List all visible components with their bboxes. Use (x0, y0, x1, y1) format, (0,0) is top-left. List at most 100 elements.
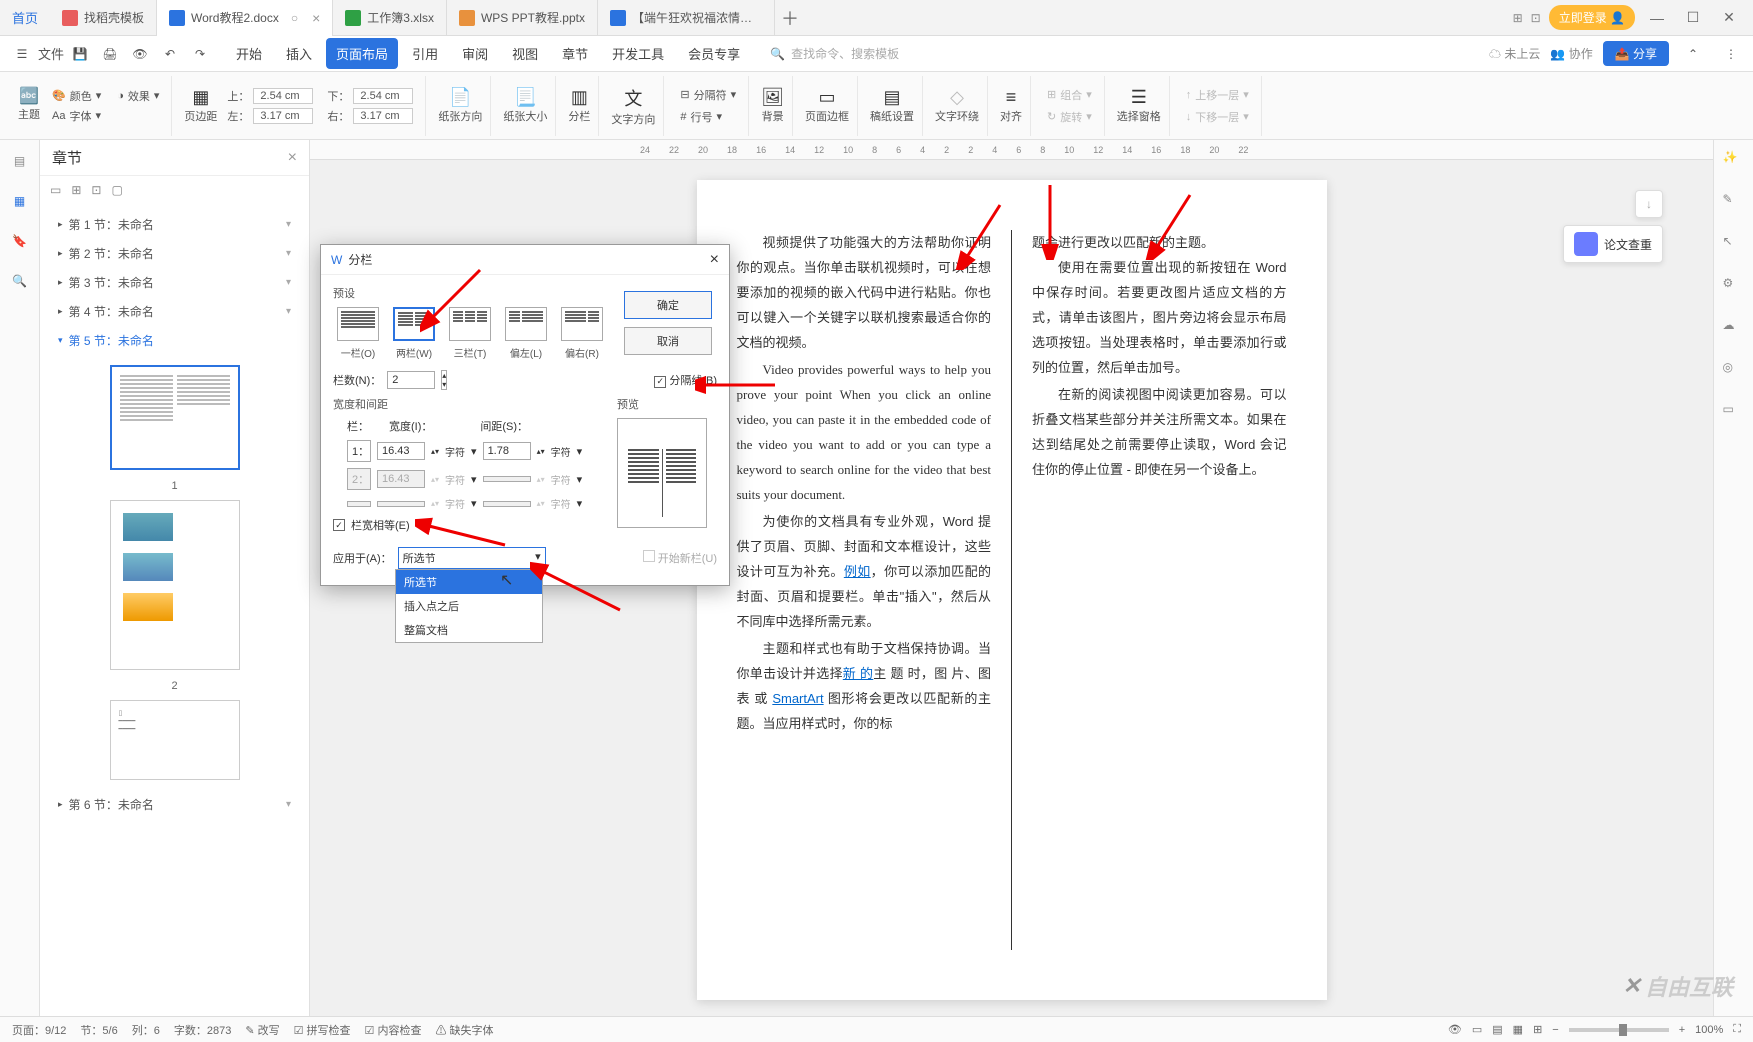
preset-right[interactable]: 偏右(R) (557, 307, 607, 360)
nav-close-icon[interactable]: × (288, 149, 297, 167)
color-button[interactable]: 🎨颜色▾ (48, 86, 105, 106)
undo-icon[interactable]: ↶ (156, 40, 184, 68)
preview-icon[interactable]: 👁 (126, 40, 154, 68)
home-tab[interactable]: 首页 (0, 0, 50, 36)
align-button[interactable]: 对齐 (1000, 108, 1022, 124)
menu-tab-view[interactable]: 视图 (502, 38, 548, 69)
menu-tab-layout[interactable]: 页面布局 (326, 38, 398, 69)
save-icon[interactable]: 💾 (66, 40, 94, 68)
share-button[interactable]: 📤 分享 (1603, 41, 1669, 66)
print-icon[interactable]: 🖨 (96, 40, 124, 68)
collapse-icon[interactable]: ⌃ (1679, 40, 1707, 68)
dialog-close-button[interactable]: × (710, 251, 719, 269)
settings-icon[interactable]: ⚙ (1723, 276, 1745, 298)
cols-input[interactable]: 2 (387, 371, 435, 389)
tab-ppt[interactable]: WPS PPT教程.pptx (447, 0, 598, 36)
status-page[interactable]: 页面：9/12 (12, 1022, 66, 1038)
margin-right-input[interactable]: 3.17 cm (353, 108, 413, 124)
cursor-icon[interactable]: ↖ (1723, 234, 1745, 256)
preset-one[interactable]: 一栏(O) (333, 307, 383, 360)
view-mode-icon[interactable]: ⊞ (1533, 1023, 1542, 1036)
cloud-icon[interactable]: ☁ (1723, 318, 1745, 340)
zoom-out[interactable]: − (1552, 1024, 1558, 1036)
fit-icon[interactable]: ⛶ (1733, 1023, 1741, 1036)
separator-checkbox[interactable]: ✓ (654, 376, 666, 388)
view-mode-icon[interactable]: ▦ (1513, 1023, 1523, 1036)
tab-word-doc[interactable]: Word教程2.docx○× (157, 0, 333, 36)
view-mode-icon[interactable]: ▭ (1472, 1023, 1482, 1036)
status-words[interactable]: 字数：2873 (174, 1022, 231, 1038)
gap-input[interactable]: 1.78 (483, 442, 531, 460)
font-button[interactable]: Aa字体▾ (48, 106, 105, 126)
menu-tab-start[interactable]: 开始 (226, 38, 272, 69)
status-font[interactable]: ⚠ 缺失字体 (435, 1022, 493, 1038)
zoom-value[interactable]: 100% (1695, 1024, 1723, 1036)
page-thumbnail-1[interactable] (110, 365, 240, 470)
columns-button[interactable]: 分栏 (568, 108, 590, 124)
status-section[interactable]: 节：5/6 (80, 1022, 117, 1038)
nav-tool-icon[interactable]: ▭ (50, 183, 61, 197)
status-spell[interactable]: ☑ 拼写检查 (294, 1022, 351, 1038)
view-icon[interactable]: 👁 (1448, 1023, 1462, 1036)
textdir-button[interactable]: 文字方向 (611, 111, 655, 127)
effect-button[interactable]: ◑效果▾ (113, 86, 163, 106)
menu-tab-ref[interactable]: 引用 (402, 38, 448, 69)
view-mode-icon[interactable]: ▤ (1492, 1023, 1502, 1036)
nav-item[interactable]: ▸第 1 节：未命名▾ (50, 210, 299, 239)
edit-icon[interactable]: ✎ (1723, 192, 1745, 214)
close-window-button[interactable]: ✕ (1715, 9, 1743, 26)
minimize-button[interactable]: — (1643, 10, 1671, 26)
margin-left-input[interactable]: 3.17 cm (253, 108, 313, 124)
outline-tab-icon[interactable]: ▤ (9, 150, 31, 172)
width-input[interactable]: 16.43 (377, 442, 425, 460)
page-thumbnail-2[interactable] (110, 500, 240, 670)
page-thumbnail-3[interactable]: ▯━━━━━━━━ (110, 700, 240, 780)
search-tab-icon[interactable]: 🔍 (9, 270, 31, 292)
menu-tab-section[interactable]: 章节 (552, 38, 598, 69)
ok-button[interactable]: 确定 (624, 291, 712, 319)
nav-item[interactable]: ▸第 4 节：未命名▾ (50, 297, 299, 326)
coop-button[interactable]: 👥 协作 (1550, 45, 1592, 62)
more-icon[interactable]: ⋮ (1717, 40, 1745, 68)
bookmark-tab-icon[interactable]: 🔖 (9, 230, 31, 252)
preset-left[interactable]: 偏左(L) (501, 307, 551, 360)
login-button[interactable]: 立即登录 👤 (1549, 5, 1635, 30)
apply-select[interactable]: 所选节▾ (398, 547, 546, 569)
apps-icon[interactable]: ⊡ (1531, 11, 1541, 25)
tab-template[interactable]: 找稻壳模板 (50, 0, 157, 36)
menu-tab-member[interactable]: 会员专享 (678, 38, 750, 69)
preset-two[interactable]: 两栏(W) (389, 307, 439, 360)
nav-tool-icon[interactable]: ⊞ (71, 183, 81, 197)
page-icon[interactable]: ▭ (1723, 402, 1745, 424)
thumbnail-tab-icon[interactable]: ▦ (9, 190, 31, 212)
preset-three[interactable]: 三栏(T) (445, 307, 495, 360)
nav-item[interactable]: ▸第 3 节：未命名▾ (50, 268, 299, 297)
theme-button[interactable]: 主题 (18, 106, 40, 122)
paper-button[interactable]: 稿纸设置 (870, 108, 914, 124)
lineno-button[interactable]: #行号▾ (676, 107, 726, 127)
size-button[interactable]: 纸张大小 (503, 108, 547, 124)
close-icon[interactable]: × (312, 10, 320, 26)
ai-icon[interactable]: ✨ (1723, 150, 1745, 172)
nav-item[interactable]: ▸第 2 节：未命名▾ (50, 239, 299, 268)
add-tab-button[interactable]: ＋ (775, 5, 805, 31)
file-menu[interactable]: 文件 (38, 40, 64, 68)
nav-item[interactable]: ▸第 6 节：未命名▾ (50, 790, 299, 819)
status-revision[interactable]: ✎ 改写 (245, 1022, 279, 1038)
nav-tool-icon[interactable]: ▢ (111, 183, 122, 197)
margin-top-input[interactable]: 2.54 cm (253, 88, 313, 104)
nav-tool-icon[interactable]: ⊡ (91, 183, 101, 197)
target-icon[interactable]: ◎ (1723, 360, 1745, 382)
apply-option[interactable]: 整篇文档 (396, 618, 542, 642)
zoom-in[interactable]: + (1679, 1024, 1685, 1036)
cancel-button[interactable]: 取消 (624, 327, 712, 355)
menu-tab-dev[interactable]: 开发工具 (602, 38, 674, 69)
apply-option[interactable]: 所选节 (396, 570, 542, 594)
apply-option[interactable]: 插入点之后 (396, 594, 542, 618)
tab-excel[interactable]: 工作簿3.xlsx (333, 0, 447, 36)
border-button[interactable]: 页面边框 (805, 108, 849, 124)
separator-button[interactable]: ⊟分隔符▾ (676, 85, 740, 105)
equal-width-checkbox[interactable]: ✓ (333, 519, 345, 531)
orient-button[interactable]: 纸张方向 (438, 108, 482, 124)
cloud-status[interactable]: ☁ 未上云 (1489, 45, 1540, 62)
